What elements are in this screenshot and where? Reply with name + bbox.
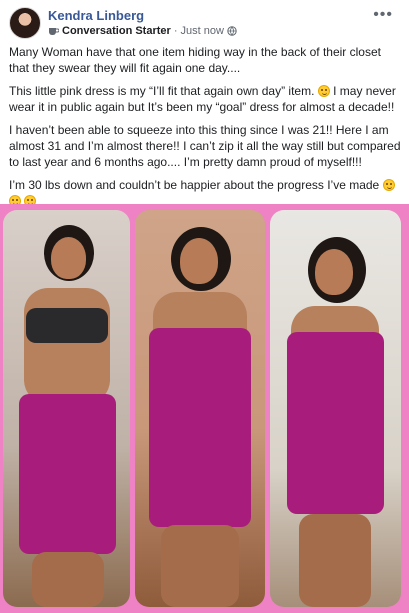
avatar[interactable] bbox=[9, 7, 41, 39]
photo-subject-body bbox=[24, 288, 110, 404]
photo-subject-legs bbox=[161, 525, 239, 607]
author-name[interactable]: Kendra Linberg bbox=[48, 8, 144, 23]
post-content: Many Woman have that one item hiding way… bbox=[9, 44, 401, 216]
badge-label[interactable]: Conversation Starter bbox=[62, 25, 171, 37]
photo-subject-face bbox=[51, 237, 86, 279]
timestamp[interactable]: Just now bbox=[180, 25, 223, 37]
globe-icon bbox=[227, 26, 237, 36]
smiling-face-icon bbox=[382, 179, 395, 191]
progress-photo-1[interactable] bbox=[3, 210, 130, 607]
progress-photo-2[interactable] bbox=[135, 210, 265, 607]
sports-bra bbox=[26, 308, 108, 343]
photo-subject-face bbox=[315, 249, 353, 295]
photo-subject-legs bbox=[299, 514, 371, 607]
pink-dress bbox=[149, 328, 251, 527]
pink-dress bbox=[287, 332, 384, 514]
meta-separator: · bbox=[173, 25, 178, 37]
post-header: Kendra Linberg Conversation Starter · Ju… bbox=[0, 0, 409, 42]
pink-skirt bbox=[19, 394, 116, 554]
post-paragraph: I haven’t been able to squeeze into this… bbox=[9, 123, 401, 169]
post-meta: Conversation Starter · Just now bbox=[48, 25, 237, 37]
progress-photo-3[interactable] bbox=[270, 210, 401, 607]
photo-collage[interactable] bbox=[0, 204, 409, 613]
photo-subject-face bbox=[180, 238, 218, 284]
photo-subject-legs bbox=[32, 552, 104, 607]
post-paragraph: Many Woman have that one item hiding way… bbox=[9, 45, 381, 75]
coffee-cup-icon bbox=[48, 27, 60, 36]
post-paragraph: This little pink dress is my “I’ll fit t… bbox=[9, 84, 396, 114]
grinning-face-icon bbox=[317, 85, 330, 97]
more-options-icon[interactable]: ••• bbox=[373, 6, 393, 24]
